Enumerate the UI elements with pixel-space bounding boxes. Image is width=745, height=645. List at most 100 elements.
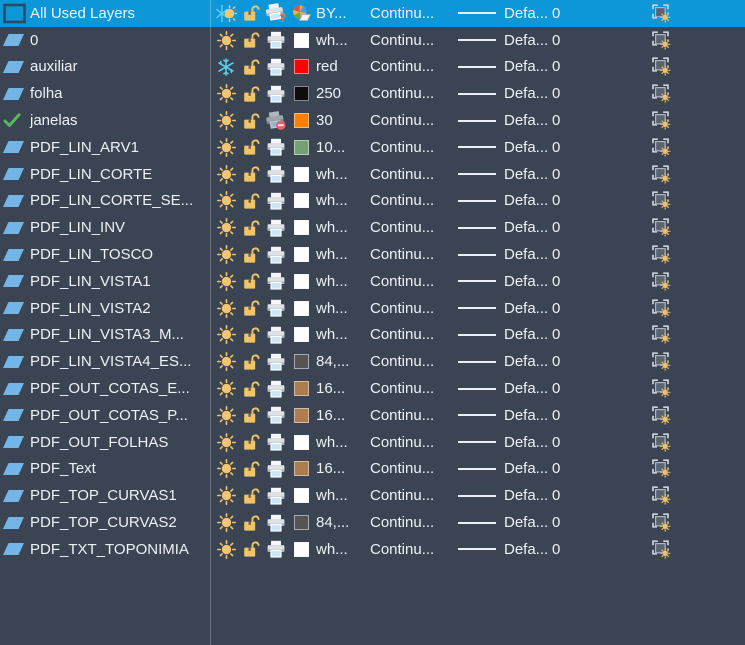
vp-freeze-icon[interactable] [648, 456, 674, 483]
printer-icon[interactable] [263, 54, 289, 81]
layer-color-swatch[interactable] [292, 27, 311, 54]
unlocked-padlock-icon[interactable] [240, 536, 262, 563]
layer-color-swatch[interactable] [292, 536, 311, 563]
vp-freeze-icon[interactable] [648, 27, 674, 54]
layer-lineweight[interactable]: Defa... [504, 80, 552, 107]
printer-icon[interactable] [263, 80, 289, 107]
layer-linetype[interactable]: Continu... [370, 429, 456, 456]
layer-name[interactable]: PDF_LIN_VISTA3_M... [30, 322, 184, 349]
sun-snowflake-mixed-icon[interactable] [214, 0, 238, 27]
unlocked-padlock-icon[interactable] [240, 375, 262, 402]
printer-icon[interactable] [263, 536, 289, 563]
layer-linetype[interactable]: Continu... [370, 214, 456, 241]
printer-icon[interactable] [263, 241, 289, 268]
printer-no-plot-icon[interactable] [263, 107, 289, 134]
layer-linetype[interactable]: Continu... [370, 456, 456, 483]
layer-lineweight[interactable]: Defa... [504, 54, 552, 81]
printer-icon[interactable] [263, 482, 289, 509]
printer-icon[interactable] [263, 429, 289, 456]
vp-freeze-icon[interactable] [648, 241, 674, 268]
layer-lineweight[interactable]: Defa... [504, 107, 552, 134]
vp-freeze-icon[interactable] [648, 161, 674, 188]
layer-name[interactable]: PDF_Text [30, 456, 96, 483]
layer-linetype[interactable]: Continu... [370, 295, 456, 322]
layer-color-swatch[interactable] [292, 214, 311, 241]
layer-name[interactable]: PDF_LIN_CORTE_SE... [30, 188, 193, 215]
printer-icon[interactable] [263, 348, 289, 375]
layer-color-swatch[interactable] [292, 402, 311, 429]
layer-row[interactable]: PDF_TOP_CURVAS1 wh... Continu... Defa...… [0, 482, 745, 509]
sun-icon[interactable] [214, 375, 238, 402]
layer-row[interactable]: All Used Layers ? BY... Continu... Defa.… [0, 0, 745, 27]
layer-transparency[interactable]: 0 [552, 322, 576, 349]
sun-icon[interactable] [214, 27, 238, 54]
unlocked-padlock-icon[interactable] [240, 54, 262, 81]
vp-freeze-icon[interactable] [648, 536, 674, 563]
layer-color-swatch[interactable] [292, 322, 311, 349]
layer-name[interactable]: PDF_TOP_CURVAS1 [30, 482, 177, 509]
layer-name[interactable]: PDF_LIN_CORTE [30, 161, 152, 188]
vp-freeze-icon[interactable] [648, 80, 674, 107]
layer-lineweight[interactable]: Defa... [504, 27, 552, 54]
layer-lineweight[interactable]: Defa... [504, 456, 552, 483]
printer-icon[interactable] [263, 134, 289, 161]
unlocked-padlock-icon[interactable] [240, 268, 262, 295]
sun-icon[interactable] [214, 107, 238, 134]
layer-linetype[interactable]: Continu... [370, 107, 456, 134]
vp-freeze-icon[interactable] [648, 268, 674, 295]
layer-transparency[interactable]: 0 [552, 54, 576, 81]
layer-name[interactable]: PDF_LIN_VISTA2 [30, 295, 151, 322]
layer-name[interactable]: PDF_OUT_COTAS_P... [30, 402, 188, 429]
vp-freeze-icon[interactable] [648, 0, 674, 27]
layer-linetype[interactable]: Continu... [370, 536, 456, 563]
layer-name[interactable]: 0 [30, 27, 38, 54]
layer-name[interactable]: PDF_OUT_FOLHAS [30, 429, 168, 456]
printer-icon[interactable] [263, 322, 289, 349]
layer-transparency[interactable]: 0 [552, 375, 576, 402]
layer-color-swatch[interactable] [292, 241, 311, 268]
printer-icon[interactable] [263, 214, 289, 241]
sun-icon[interactable] [214, 134, 238, 161]
layer-color-swatch[interactable] [292, 80, 311, 107]
layer-row[interactable]: PDF_OUT_COTAS_E... 16... Continu... Defa… [0, 375, 745, 402]
layer-linetype[interactable]: Continu... [370, 54, 456, 81]
sun-icon[interactable] [214, 509, 238, 536]
sun-icon[interactable] [214, 348, 238, 375]
layer-linetype[interactable]: Continu... [370, 509, 456, 536]
layer-row[interactable]: PDF_LIN_VISTA4_ES... 84,... Continu... D… [0, 348, 745, 375]
layer-color-swatch[interactable] [292, 107, 311, 134]
unlocked-padlock-icon[interactable] [240, 429, 262, 456]
sun-icon[interactable] [214, 295, 238, 322]
unlocked-padlock-icon[interactable] [240, 456, 262, 483]
layer-name[interactable]: janelas [30, 107, 78, 134]
layer-row[interactable]: PDF_LIN_INV wh... Continu... Defa... 0 [0, 214, 745, 241]
layer-transparency[interactable]: 0 [552, 161, 576, 188]
unlocked-padlock-icon[interactable] [240, 27, 262, 54]
printer-question-icon[interactable]: ? [263, 0, 289, 27]
layer-name[interactable]: PDF_LIN_INV [30, 214, 125, 241]
sun-icon[interactable] [214, 482, 238, 509]
layer-row[interactable]: PDF_Text 16... Continu... Defa... 0 [0, 456, 745, 483]
sun-icon[interactable] [214, 188, 238, 215]
layer-transparency[interactable]: 0 [552, 536, 576, 563]
layer-transparency[interactable]: 0 [552, 107, 576, 134]
layer-transparency[interactable]: 0 [552, 402, 576, 429]
layer-color-swatch[interactable] [292, 375, 311, 402]
unlocked-padlock-icon[interactable] [240, 188, 262, 215]
unlocked-padlock-icon[interactable] [240, 80, 262, 107]
printer-icon[interactable] [263, 268, 289, 295]
vp-freeze-icon[interactable] [648, 348, 674, 375]
layer-name[interactable]: PDF_LIN_VISTA1 [30, 268, 151, 295]
layer-row[interactable]: PDF_LIN_CORTE_SE... wh... Continu... Def… [0, 188, 745, 215]
layer-color-swatch[interactable] [292, 268, 311, 295]
varies-color-icon[interactable] [292, 0, 311, 27]
printer-icon[interactable] [263, 402, 289, 429]
layer-transparency[interactable]: 0 [552, 188, 576, 215]
vp-freeze-icon[interactable] [648, 134, 674, 161]
layer-transparency[interactable]: 0 [552, 456, 576, 483]
unlocked-padlock-icon[interactable] [240, 348, 262, 375]
layer-transparency[interactable]: 0 [552, 214, 576, 241]
sun-icon[interactable] [214, 268, 238, 295]
layer-row[interactable]: PDF_OUT_COTAS_P... 16... Continu... Defa… [0, 402, 745, 429]
layer-linetype[interactable]: Continu... [370, 402, 456, 429]
